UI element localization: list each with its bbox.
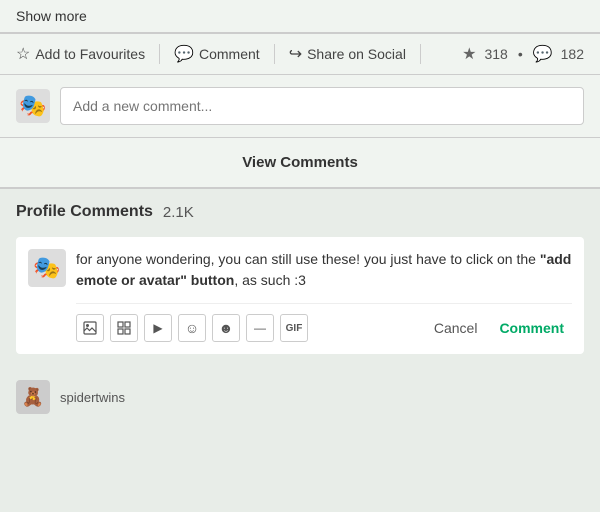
insert-video-icon[interactable]: ▶ bbox=[144, 314, 172, 342]
insert-sticker-icon[interactable]: ☻ bbox=[212, 314, 240, 342]
avatar-emoji: 🎭 bbox=[33, 255, 60, 281]
next-comment-preview: 🧸 spidertwins bbox=[0, 370, 600, 414]
profile-comments-header: Profile Comments 2.1K bbox=[0, 189, 600, 231]
insert-gif-icon[interactable]: GIF bbox=[280, 314, 308, 342]
comment-input-field[interactable] bbox=[60, 87, 584, 125]
comment-icon: 💬 bbox=[174, 44, 194, 64]
add-to-favourites-label: Add to Favourites bbox=[35, 46, 145, 62]
comment-body: for anyone wondering, you can still use … bbox=[76, 249, 572, 342]
commenter-avatar: 🎭 bbox=[28, 249, 66, 287]
comment-card: 🎭 for anyone wondering, you can still us… bbox=[16, 237, 584, 354]
play-icon: ▶ bbox=[153, 321, 162, 335]
share-icon: ↪ bbox=[289, 44, 302, 64]
insert-emoji-icon[interactable]: ☺ bbox=[178, 314, 206, 342]
sticker-icon: ☻ bbox=[219, 320, 234, 336]
divider-icon: — bbox=[254, 321, 266, 335]
share-label: Share on Social bbox=[307, 46, 406, 62]
add-to-favourites-button[interactable]: ☆ Add to Favourites bbox=[16, 44, 160, 64]
next-avatar-emoji: 🧸 bbox=[22, 387, 44, 408]
next-commenter-username: spidertwins bbox=[60, 390, 125, 405]
next-commenter-avatar: 🧸 bbox=[16, 380, 50, 414]
comment-label: Comment bbox=[199, 46, 260, 62]
avatar-image: 🎭 bbox=[19, 93, 46, 119]
view-comments-bar: View Comments bbox=[0, 138, 600, 189]
star-icon: ☆ bbox=[16, 44, 30, 64]
stats-star-icon: ★ bbox=[462, 44, 476, 64]
show-more-link[interactable]: Show more bbox=[16, 8, 87, 24]
comments-count: 182 bbox=[561, 46, 584, 62]
submit-comment-button[interactable]: Comment bbox=[491, 316, 572, 340]
comment-text-part1: for anyone wondering, you can still use … bbox=[76, 251, 540, 267]
comment-section: 🎭 for anyone wondering, you can still us… bbox=[0, 231, 600, 370]
insert-image-icon[interactable] bbox=[76, 314, 104, 342]
view-comments-button[interactable]: View Comments bbox=[242, 154, 358, 171]
comment-button[interactable]: 💬 Comment bbox=[160, 44, 275, 64]
comment-toolbar: ▶ ☺ ☻ — GIF Cancel Comment bbox=[76, 303, 572, 342]
dot-separator: • bbox=[518, 46, 523, 62]
stars-count: 318 bbox=[484, 46, 507, 62]
insert-image2-icon[interactable] bbox=[110, 314, 138, 342]
action-bar: ☆ Add to Favourites 💬 Comment ↪ Share on… bbox=[0, 33, 600, 75]
share-button[interactable]: ↪ Share on Social bbox=[275, 44, 421, 64]
stats-comment-icon: 💬 bbox=[533, 44, 553, 64]
comment-text-part2: , as such :3 bbox=[234, 272, 306, 288]
cancel-button[interactable]: Cancel bbox=[426, 316, 486, 340]
emoji-icon: ☺ bbox=[185, 320, 199, 336]
comment-text: for anyone wondering, you can still use … bbox=[76, 249, 572, 291]
insert-divider-icon[interactable]: — bbox=[246, 314, 274, 342]
stats-section: ★ 318 • 💬 182 bbox=[448, 44, 584, 64]
gif-icon: GIF bbox=[286, 323, 303, 334]
user-avatar: 🎭 bbox=[16, 89, 50, 123]
comment-input-area: 🎭 bbox=[0, 75, 600, 138]
profile-comments-title: Profile Comments bbox=[16, 203, 153, 221]
profile-comments-count: 2.1K bbox=[163, 204, 194, 221]
show-more-bar: Show more bbox=[0, 0, 600, 33]
